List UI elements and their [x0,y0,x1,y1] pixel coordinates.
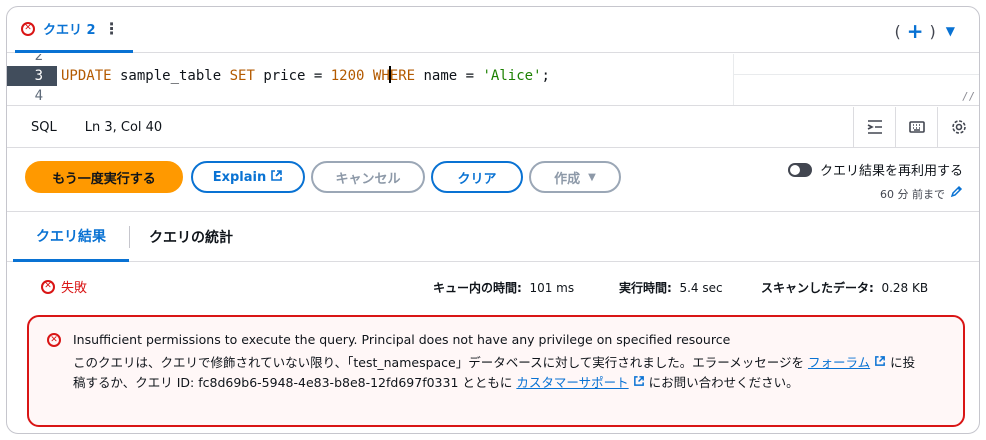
sql-keyword: UPDATE [61,68,112,84]
tab-controls: ( + ) ▼ [895,19,956,43]
editor-split-line [733,54,734,105]
external-link-icon [874,355,886,370]
run-time-label: 実行時間: [619,281,672,295]
query-tab-bar: ✕ クエリ 2 ⋮ ( + ) ▼ [7,7,979,53]
language-label: SQL [31,119,57,135]
code-text: sample_table [111,68,230,84]
sql-keyword: WH [372,68,390,84]
open-paren: ( [894,21,901,41]
data-scanned: スキャンしたデータ: 0.28 KB [761,279,928,296]
error-message: このクエリは、クエリで修飾されていない限り、「test_namespace」デー… [73,353,923,393]
line-number: 4 [34,88,43,104]
action-bar: もう一度実行する Explain キャンセル クリア 作成 ▼ クエリ結果を再利用… [7,148,979,212]
run-again-button[interactable]: もう一度実行する [25,161,183,193]
sql-editor[interactable]: 2 3 4 UPDATE sample_table SET price = 12… [7,54,979,106]
code-line[interactable]: UPDATE sample_table SET price = 1200 WHE… [61,66,550,86]
sql-number: 1200 [330,68,365,84]
caret-down-icon: ▼ [588,171,596,183]
tab-query-results[interactable]: クエリ結果 [13,212,129,262]
line-number-active: 3 [7,66,57,86]
sql-keyword: SET [229,68,255,84]
close-paren: ) [929,21,936,41]
cancel-button[interactable]: キャンセル [311,161,425,193]
sql-string: 'Alice' [482,68,542,84]
error-alert: ✕ Insufficient permissions to execute th… [27,315,965,427]
more-vertical-icon[interactable]: ⋮ [104,19,120,38]
cursor-position: Ln 3, Col 40 [84,119,163,135]
clear-label: クリア [457,171,497,187]
forum-link[interactable]: フォーラム [808,355,870,370]
pencil-icon[interactable] [950,185,963,202]
run-time: 実行時間: 5.4 sec [619,279,723,296]
explain-button[interactable]: Explain [191,161,305,193]
error-icon: ✕ [47,333,61,347]
tab-query-stats[interactable]: クエリの統計 [149,212,233,262]
resize-handle-icon[interactable]: // [962,90,975,103]
sql-keyword: ERE [389,68,416,84]
tab-divider [129,226,130,248]
status-badge: ✕ 失敗 [41,277,87,296]
run-again-label: もう一度実行する [52,171,156,187]
gear-icon[interactable] [937,107,979,147]
reuse-results-toggle[interactable] [787,162,812,177]
query-tab-label: クエリ 2 [43,23,96,38]
queue-time-label: キュー内の時間: [433,281,522,295]
create-button[interactable]: 作成 ▼ [529,161,621,193]
status-label: 失敗 [61,281,88,296]
editor-status-bar: SQL Ln 3, Col 40 [7,107,979,148]
line-gutter: 2 3 4 [7,54,57,105]
cancel-label: キャンセル [335,171,401,187]
external-link-icon [633,375,645,390]
code-text: ; [541,68,550,84]
reuse-age-label: 60 分 前まで [880,187,945,201]
editor-tools [853,107,979,147]
query-editor-panel: ✕ クエリ 2 ⋮ ( + ) ▼ 2 3 4 UPDATE sample_ta… [6,6,980,434]
explain-label: Explain [212,169,267,185]
result-tabs: クエリ結果 クエリの統計 [7,212,979,262]
keyboard-icon[interactable] [895,107,937,147]
code-text: name = [415,68,483,84]
caret-down-icon[interactable]: ▼ [946,24,955,38]
query-tab[interactable]: ✕ クエリ 2 ⋮ [15,7,133,53]
error-text: にお問い合わせください。 [644,375,799,390]
data-scanned-value: 0.28 KB [881,281,929,295]
queue-time: キュー内の時間: 101 ms [433,279,574,296]
error-icon: ✕ [21,21,35,36]
error-icon: ✕ [41,279,55,294]
data-scanned-label: スキャンしたデータ: [761,281,874,295]
create-label: 作成 [554,171,581,187]
line-number: 2 [34,54,43,64]
error-text: このクエリは、クエリで修飾されていない限り、「test_namespace」デー… [73,355,808,370]
query-stats-row: ✕ 失敗 キュー内の時間: 101 ms 実行時間: 5.4 sec スキャンし… [7,273,979,301]
reuse-results-label: クエリ結果を再利用する [819,164,963,179]
error-title: Insufficient permissions to execute the … [73,332,731,347]
editor-split-line [733,74,979,75]
format-query-icon[interactable] [853,107,895,147]
external-link-icon [270,169,283,185]
code-text: price = [254,68,331,84]
clear-button[interactable]: クリア [431,161,523,193]
run-time-value: 5.4 sec [679,281,723,295]
customer-support-link[interactable]: カスタマーサポート [516,375,628,390]
reuse-results: クエリ結果を再利用する 60 分 前まで [787,160,963,202]
queue-time-value: 101 ms [529,281,575,295]
add-tab-icon[interactable]: + [907,19,924,43]
